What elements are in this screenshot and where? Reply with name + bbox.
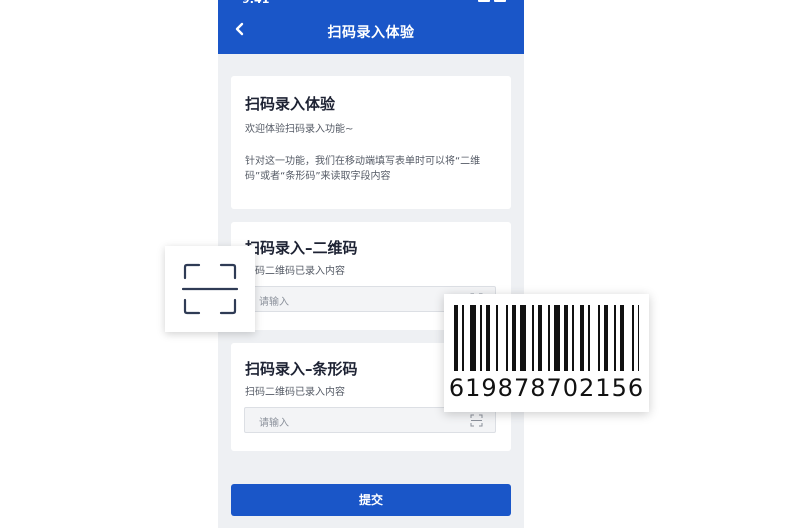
intro-card: 扫码录入体验 欢迎体验扫码录入功能~ 针对这一功能，我们在移动端填写表单时可以将… (231, 76, 511, 209)
barcode-overlay: 619878702156 (444, 294, 649, 412)
scan-icon[interactable] (470, 414, 483, 427)
status-icons (478, 0, 506, 2)
qr-title: 扫码录入–二维码 (245, 239, 358, 257)
intro-welcome: 欢迎体验扫码录入功能~ (245, 124, 354, 135)
intro-description: 针对这一功能，我们在移动端填写表单时可以将“二维码”或者“条形码”来读取字段内容 (245, 156, 481, 182)
app-header: 9:41 扫码录入体验 (218, 0, 524, 54)
intro-title: 扫码录入体验 (245, 95, 336, 113)
barcode-hint: 扫码二维码已录入内容 (245, 387, 345, 398)
qr-input-placeholder: 请输入 (259, 297, 289, 308)
barcode-image (454, 305, 639, 371)
phone-screen: 9:41 扫码录入体验 扫码录入体验 欢迎体验扫码录入功能~ 针对这一功能，我们… (218, 0, 524, 528)
barcode-input-placeholder: 请输入 (259, 418, 289, 429)
barcode-title: 扫码录入–条形码 (245, 360, 358, 378)
scan-frame-icon (182, 263, 238, 315)
page-title: 扫码录入体验 (327, 25, 415, 41)
status-time: 9:41 (242, 0, 269, 6)
stage: 9:41 扫码录入体验 扫码录入体验 欢迎体验扫码录入功能~ 针对这一功能，我们… (0, 0, 791, 528)
qr-hint: 扫码二维码已录入内容 (245, 266, 345, 277)
submit-button[interactable]: 提交 (231, 484, 511, 516)
scan-frame-overlay (165, 246, 255, 332)
barcode-number: 619878702156 (448, 374, 645, 402)
